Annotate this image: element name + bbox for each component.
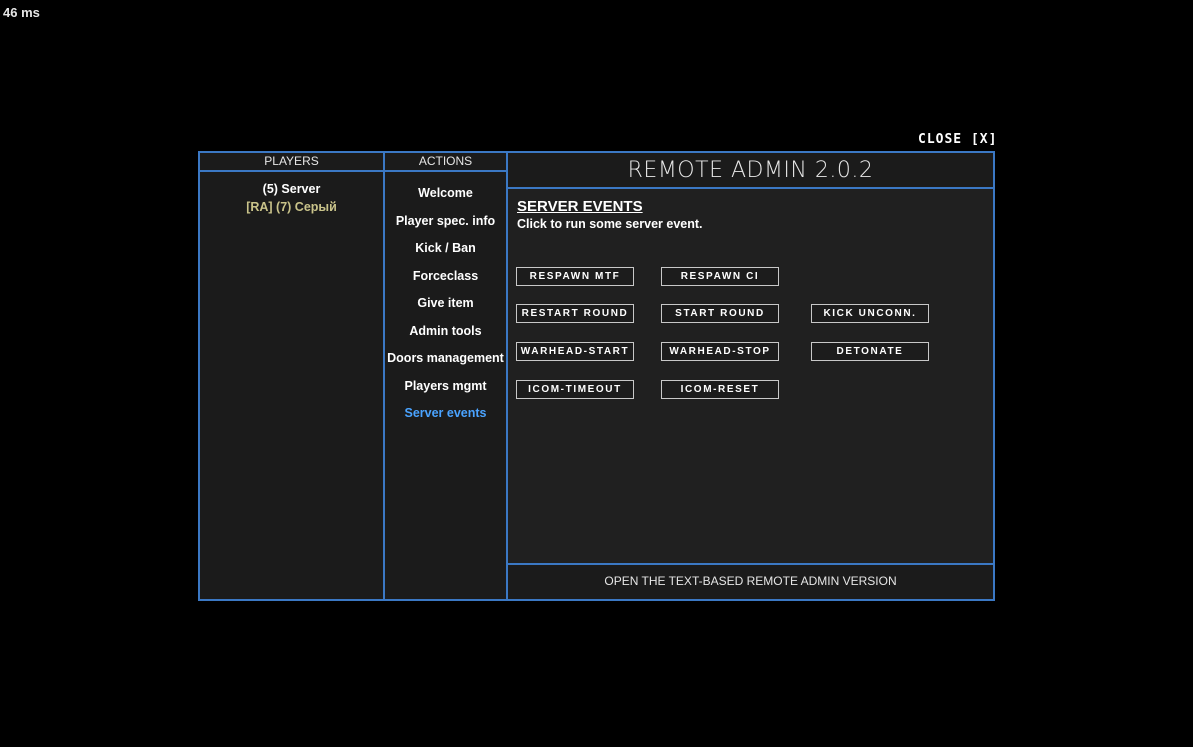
action-admin-tools[interactable]: Admin tools [385, 322, 506, 350]
warhead-stop-button[interactable]: WARHEAD-STOP [661, 342, 779, 361]
actions-list: Welcome Player spec. info Kick / Ban For… [385, 184, 506, 432]
start-round-button[interactable]: START ROUND [661, 304, 779, 323]
ping-readout: 46 ms [3, 5, 40, 20]
action-give-item[interactable]: Give item [385, 294, 506, 322]
actions-header: ACTIONS [383, 151, 508, 172]
action-kick-ban[interactable]: Kick / Ban [385, 239, 506, 267]
close-button[interactable]: CLOSE [X] [918, 132, 997, 147]
player-item-server[interactable]: (5) Server [200, 180, 383, 198]
players-header: PLAYERS [198, 151, 385, 172]
icom-reset-button[interactable]: ICOM-RESET [661, 380, 779, 399]
action-forceclass[interactable]: Forceclass [385, 267, 506, 295]
section-subtitle: Click to run some server event. [517, 217, 703, 231]
players-panel: (5) Server [RA] (7) Серый [198, 170, 385, 601]
server-events-panel: SERVER EVENTS Click to run some server e… [506, 187, 995, 565]
respawn-ci-button[interactable]: RESPAWN CI [661, 267, 779, 286]
action-server-events[interactable]: Server events [385, 404, 506, 432]
restart-round-button[interactable]: RESTART ROUND [516, 304, 634, 323]
warhead-start-button[interactable]: WARHEAD-START [516, 342, 634, 361]
action-doors-management[interactable]: Doors management [385, 349, 506, 377]
players-list: (5) Server [RA] (7) Серый [200, 180, 383, 216]
action-players-mgmt[interactable]: Players mgmt [385, 377, 506, 405]
player-item-ra[interactable]: [RA] (7) Серый [200, 198, 383, 216]
remote-admin-window: PLAYERS (5) Server [RA] (7) Серый ACTION… [198, 151, 995, 601]
respawn-mtf-button[interactable]: RESPAWN MTF [516, 267, 634, 286]
action-welcome[interactable]: Welcome [385, 184, 506, 212]
action-player-spec-info[interactable]: Player spec. info [385, 212, 506, 240]
section-title: SERVER EVENTS [517, 198, 643, 215]
actions-panel: Welcome Player spec. info Kick / Ban For… [383, 170, 508, 601]
kick-unconn-button[interactable]: KICK UNCONN. [811, 304, 929, 323]
title-bar: REMOTE ADMIN 2.0.2 [506, 151, 995, 189]
open-text-ra-button[interactable]: OPEN THE TEXT-BASED REMOTE ADMIN VERSION [506, 563, 995, 601]
detonate-button[interactable]: DETONATE [811, 342, 929, 361]
icom-timeout-button[interactable]: ICOM-TIMEOUT [516, 380, 634, 399]
app-title: REMOTE ADMIN 2.0.2 [627, 158, 874, 183]
